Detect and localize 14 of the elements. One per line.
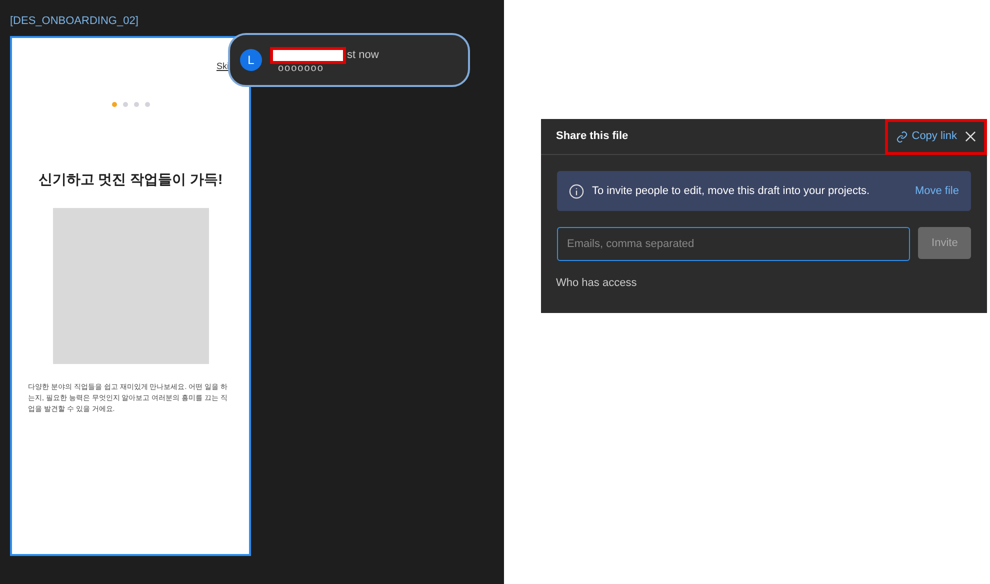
notification-message: ooooooo	[278, 64, 325, 74]
dialog-title: Share this file	[556, 129, 628, 144]
close-icon[interactable]	[965, 131, 976, 142]
copy-link-button[interactable]: Copy link	[896, 128, 957, 145]
onboarding-heading: 신기하고 멋진 작업들이 가득!	[38, 170, 223, 188]
info-icon	[569, 184, 584, 198]
info-text: To invite people to edit, move this draft into your projects.	[592, 184, 870, 199]
notification-time: st now	[347, 48, 379, 62]
link-icon	[896, 130, 908, 142]
move-file-link[interactable]: Move file	[914, 182, 959, 200]
frame-title: [DES_ONBOARDING_02]	[10, 14, 140, 29]
email-field[interactable]: Emails, comma separated	[557, 227, 910, 261]
access-heading: Who has access	[556, 276, 638, 291]
avatar: L	[240, 49, 262, 71]
